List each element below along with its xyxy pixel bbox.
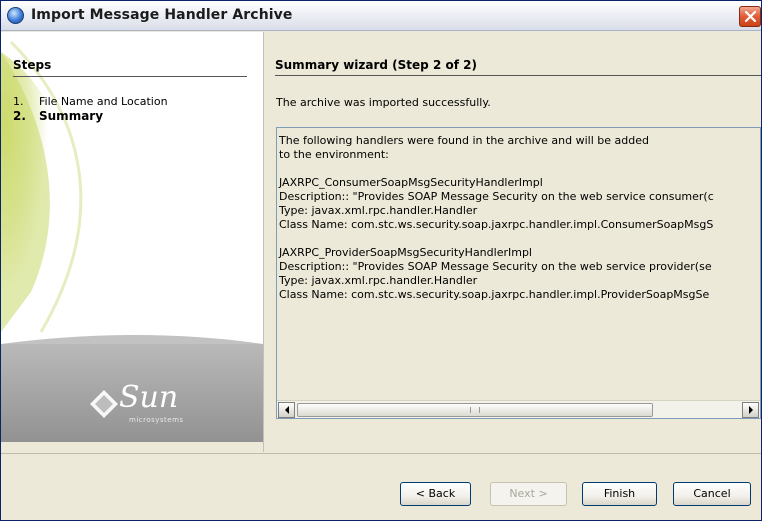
text-line: JAXRPC_ProviderSoapMsgSecurityHandlerImp… [279,246,532,259]
back-button[interactable]: < Back [400,482,471,506]
summary-panel: Summary wizard (Step 2 of 2) The archive… [264,32,761,452]
steps-header-underline [13,76,247,77]
cancel-button[interactable]: Cancel [673,482,751,506]
thumb-grip-icon [470,407,480,413]
text-line: Class Name: com.stc.ws.security.soap.jax… [279,288,710,301]
step-item-summary: 2. Summary [13,109,103,123]
text-line: The following handlers were found in the… [279,134,649,147]
status-message: The archive was imported successfully. [276,96,491,109]
app-icon [7,7,24,24]
title-underline [275,75,761,76]
scroll-left-button[interactable] [278,402,295,418]
text-line: to the environment: [279,148,389,161]
sun-logo: Sun microsystems [79,378,229,428]
wizard-content: Steps 1. File Name and Location 2. Summary… [1,32,761,452]
handlers-text-area[interactable]: The following handlers were found in the… [276,127,761,419]
close-icon [744,10,757,23]
next-button[interactable]: Next > [490,482,567,506]
step-label: Summary [39,109,104,123]
text-line: JAXRPC_ConsumerSoapMsgSecurityHandlerImp… [279,176,543,189]
text-line: Class Name: com.stc.ws.security.soap.jax… [279,218,714,231]
close-button[interactable] [739,6,761,27]
logo-wordmark: Sun [119,380,179,415]
text-line [279,162,760,176]
title-bar[interactable]: Import Message Handler Archive [1,1,761,31]
step-item-file-name: 1. File Name and Location [13,95,168,108]
text-line: Description:: "Provides SOAP Message Sec… [279,190,714,203]
arrow-right-icon [748,406,753,414]
wizard-window: Import Message Handler Archive Steps 1. … [0,0,762,521]
handlers-text: The following handlers were found in the… [279,134,760,302]
step-number: 2. [13,109,26,123]
window-title: Import Message Handler Archive [31,7,293,23]
scroll-right-button[interactable] [742,402,759,418]
logo-subtitle: microsystems [129,416,184,424]
arrow-left-icon [284,406,289,414]
text-line: Type: javax.xml.rpc.handler.Handler [279,274,478,287]
step-number: 1. [13,95,24,108]
button-bar: < Back Next > Finish Cancel [1,453,761,520]
text-line: Type: javax.xml.rpc.handler.Handler [279,204,478,217]
finish-button[interactable]: Finish [582,482,657,506]
horizontal-scrollbar[interactable] [277,400,760,418]
text-line: Description:: "Provides SOAP Message Sec… [279,260,712,273]
step-label: File Name and Location [39,95,168,108]
steps-panel: Steps 1. File Name and Location 2. Summary… [1,32,263,452]
steps-header: Steps [13,58,52,72]
text-line [279,232,760,246]
scroll-thumb[interactable] [297,403,653,417]
page-title: Summary wizard (Step 2 of 2) [275,58,477,72]
